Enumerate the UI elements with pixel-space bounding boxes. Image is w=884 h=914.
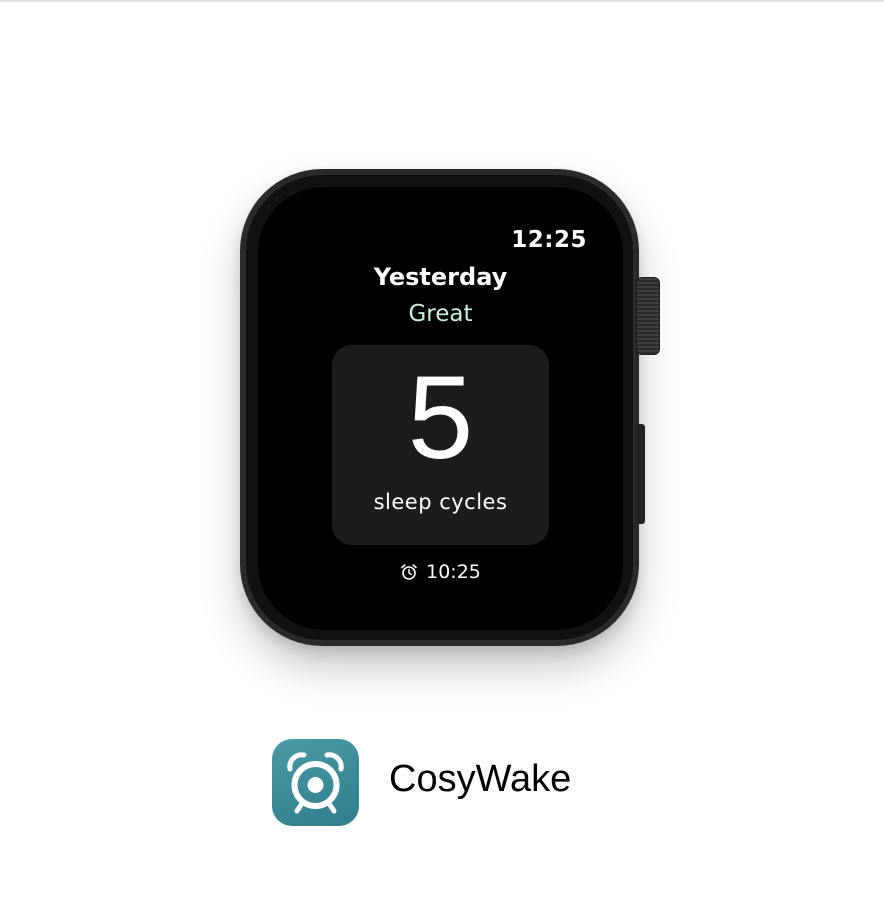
alarm-row: 10:25 bbox=[258, 561, 623, 583]
day-title: Yesterday bbox=[373, 263, 508, 291]
apple-watch-frame: 12:25 Yesterday Great 5 sleep cycles 10:… bbox=[240, 169, 639, 646]
sleep-cycles-card[interactable]: 5 sleep cycles bbox=[332, 345, 549, 545]
watch-time: 12:25 bbox=[511, 227, 587, 253]
alarm-clock-icon bbox=[400, 563, 418, 581]
sleep-cycles-label: sleep cycles bbox=[373, 490, 508, 514]
app-icon bbox=[272, 739, 359, 826]
top-divider bbox=[0, 0, 884, 2]
app-name: CosyWake bbox=[389, 758, 572, 800]
side-button bbox=[636, 424, 645, 524]
digital-crown bbox=[636, 277, 660, 355]
sleep-rating: Great bbox=[408, 301, 473, 327]
sleep-cycles-value: 5 bbox=[407, 352, 474, 484]
alarm-time: 10:25 bbox=[426, 561, 481, 583]
alarm-clock-icon bbox=[287, 752, 344, 814]
watch-screen: 12:25 Yesterday Great 5 sleep cycles 10:… bbox=[258, 187, 623, 630]
